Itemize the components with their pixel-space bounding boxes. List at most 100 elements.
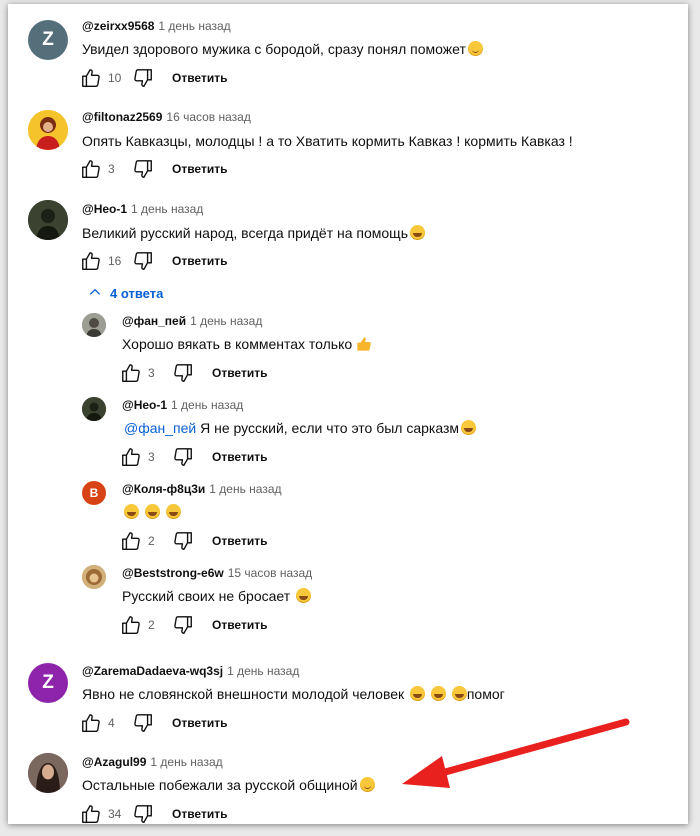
comment-text xyxy=(122,504,181,520)
comment-header: @Azagul99 1 день назад xyxy=(82,755,223,769)
laughing-emoji-icon xyxy=(410,225,425,240)
like-icon[interactable] xyxy=(120,362,142,384)
comment-header: @Нео-1 1 день назад xyxy=(122,398,243,412)
reply-button[interactable]: Ответить xyxy=(172,71,227,85)
reply-button[interactable]: Ответить xyxy=(172,254,227,268)
smile-emoji-icon xyxy=(359,777,375,792)
comment-actions: 3 Ответить xyxy=(120,445,267,469)
reply-button[interactable]: Ответить xyxy=(172,716,227,730)
comment-text-tail: помог xyxy=(466,686,505,702)
comment-text: Явно не словянской внешности молодой чел… xyxy=(82,686,505,702)
dislike-icon[interactable] xyxy=(172,530,194,552)
timestamp[interactable]: 16 часов назад xyxy=(166,110,250,124)
like-icon[interactable] xyxy=(80,250,102,272)
laughing-emoji-icon xyxy=(296,588,312,603)
comment-actions: 2 Ответить xyxy=(120,529,267,553)
comment-text-body: Я не русский, если что это был сарказм xyxy=(196,420,460,436)
author-name[interactable]: @ZaremaDadaeva-wq3sj xyxy=(82,664,223,678)
avatar[interactable]: В xyxy=(82,481,106,505)
laughing-emoji-icon xyxy=(144,504,160,519)
timestamp[interactable]: 1 день назад xyxy=(158,19,230,33)
timestamp[interactable]: 1 день назад xyxy=(150,755,222,769)
comment-text-body: Русский своих не бросает xyxy=(122,588,291,604)
reply-button[interactable]: Ответить xyxy=(212,450,267,464)
author-name[interactable]: @Beststrong-e6w xyxy=(122,566,224,580)
red-arrow-annotation xyxy=(402,718,630,788)
dislike-icon[interactable] xyxy=(132,712,154,734)
dislike-icon[interactable] xyxy=(132,250,154,272)
author-name[interactable]: @zeirxx9568 xyxy=(82,19,154,33)
dislike-icon[interactable] xyxy=(172,362,194,384)
chevron-up-icon xyxy=(88,285,110,302)
author-name[interactable]: @фан_пей xyxy=(122,314,186,328)
mention-link[interactable]: @фан_пей xyxy=(124,420,196,436)
dislike-icon[interactable] xyxy=(132,158,154,180)
timestamp[interactable]: 1 день назад xyxy=(171,398,243,412)
timestamp[interactable]: 1 день назад xyxy=(190,314,262,328)
comment-text: Хорошо вякать в комментах только xyxy=(122,336,372,355)
timestamp[interactable]: 1 день назад xyxy=(227,664,299,678)
like-count: 3 xyxy=(148,450,155,464)
like-count: 2 xyxy=(148,618,155,632)
comment-header: @фан_пей 1 день назад xyxy=(122,314,262,328)
like-count: 3 xyxy=(108,162,115,176)
avatar[interactable]: Z xyxy=(28,663,68,703)
like-icon[interactable] xyxy=(120,446,142,468)
author-name[interactable]: @Нео-1 xyxy=(122,398,167,412)
like-icon[interactable] xyxy=(80,803,102,825)
author-name[interactable]: @Нео-1 xyxy=(82,202,127,216)
like-icon[interactable] xyxy=(80,712,102,734)
reply-button[interactable]: Ответить xyxy=(172,807,227,821)
laughing-emoji-icon xyxy=(124,504,139,519)
comment-actions: 4 Ответить xyxy=(80,711,227,735)
comment-header: @filtonaz2569 16 часов назад xyxy=(82,110,251,124)
comment-actions: 2 Ответить xyxy=(120,613,267,637)
dislike-icon[interactable] xyxy=(132,67,154,89)
avatar[interactable] xyxy=(28,110,68,150)
author-name[interactable]: @Azagul99 xyxy=(82,755,146,769)
like-count: 16 xyxy=(108,254,122,268)
avatar[interactable] xyxy=(28,753,68,793)
author-name[interactable]: @filtonaz2569 xyxy=(82,110,162,124)
reply-button[interactable]: Ответить xyxy=(212,618,267,632)
comment-header: @Нео-1 1 день назад xyxy=(82,202,203,216)
like-icon[interactable] xyxy=(120,614,142,636)
replies-toggle[interactable]: 4 ответа xyxy=(88,285,163,302)
comment-text-body: Великий русский народ, всегда придёт на … xyxy=(82,225,408,241)
comment-text: Русский своих не бросает xyxy=(122,588,312,604)
avatar[interactable] xyxy=(82,565,106,589)
like-icon[interactable] xyxy=(80,158,102,180)
comment-text: @фан_пей Я не русский, если что это был … xyxy=(124,420,477,436)
comment-actions: 34 Ответить xyxy=(80,802,227,826)
reply-button[interactable]: Ответить xyxy=(172,162,227,176)
timestamp[interactable]: 1 день назад xyxy=(209,482,281,496)
like-count: 3 xyxy=(148,366,155,380)
avatar[interactable] xyxy=(82,397,106,421)
smile-emoji-icon xyxy=(467,41,483,56)
comment-text-body: Остальные побежали за русской общиной xyxy=(82,777,358,793)
comment-text: Опять Кавказцы, молодцы ! а то Хватить к… xyxy=(82,133,573,149)
timestamp[interactable]: 1 день назад xyxy=(131,202,203,216)
comment-header: @Beststrong-e6w 15 часов назад xyxy=(122,566,312,580)
replies-count-label: 4 ответа xyxy=(110,286,164,301)
avatar[interactable] xyxy=(28,200,68,240)
comment-header: @ZaremaDadaeva-wq3sj 1 день назад xyxy=(82,664,299,678)
dislike-icon[interactable] xyxy=(132,803,154,825)
laughing-emoji-icon xyxy=(461,420,477,435)
like-icon[interactable] xyxy=(80,67,102,89)
timestamp[interactable]: 15 часов назад xyxy=(228,566,312,580)
like-icon[interactable] xyxy=(120,530,142,552)
dislike-icon[interactable] xyxy=(172,446,194,468)
comment-text-body: Увидел здорового мужика с бородой, сразу… xyxy=(82,41,466,57)
avatar[interactable]: Z xyxy=(28,20,68,60)
laughing-emoji-icon xyxy=(165,504,181,519)
reply-button[interactable]: Ответить xyxy=(212,366,267,380)
reply-button[interactable]: Ответить xyxy=(212,534,267,548)
avatar[interactable] xyxy=(82,313,106,337)
dislike-icon[interactable] xyxy=(172,614,194,636)
comment-header: @Коля-ф8ц3и 1 день назад xyxy=(122,482,282,496)
author-name[interactable]: @Коля-ф8ц3и xyxy=(122,482,205,496)
like-count: 34 xyxy=(108,807,122,821)
comment-text: Увидел здорового мужика с бородой, сразу… xyxy=(82,41,483,57)
comment-header: @zeirxx9568 1 день назад xyxy=(82,19,231,33)
